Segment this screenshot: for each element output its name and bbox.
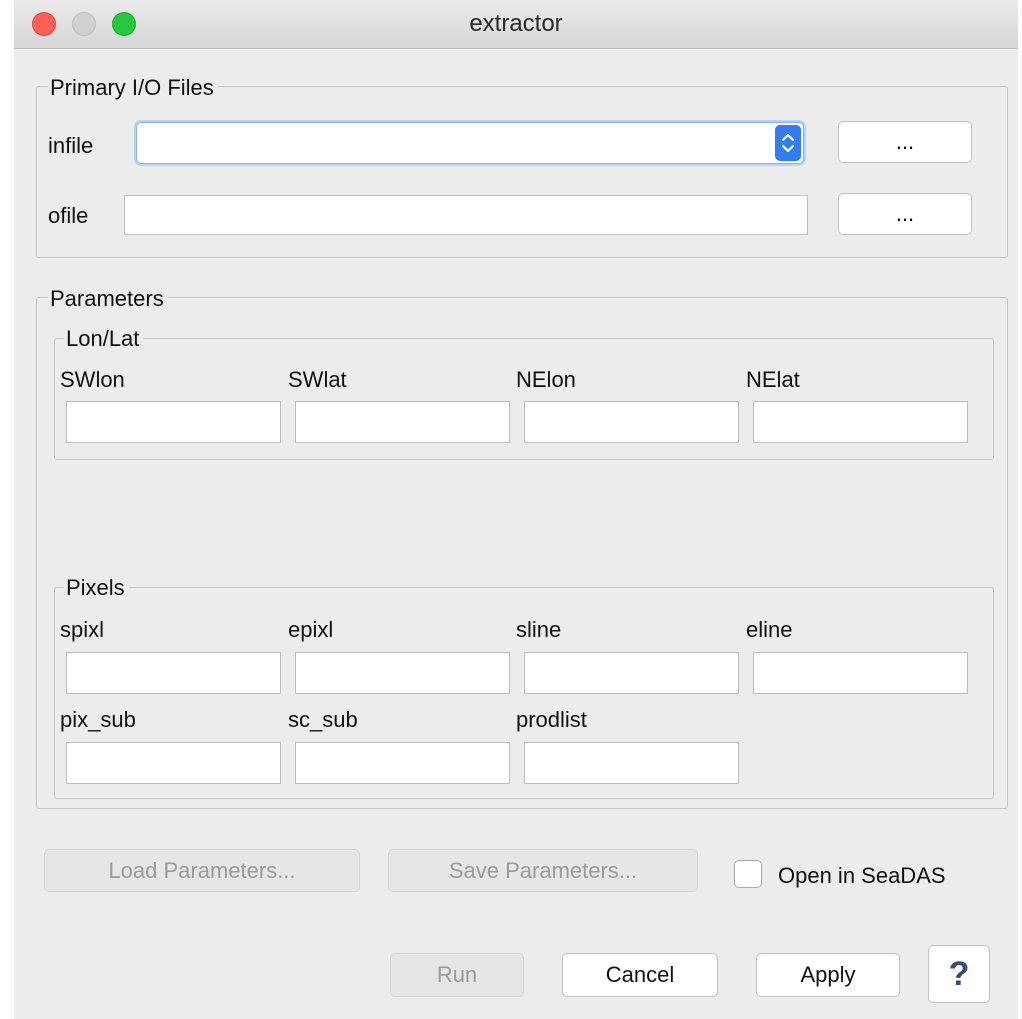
nelon-label: NElon [516, 367, 576, 392]
sline-label: sline [516, 617, 562, 642]
sline-input[interactable] [524, 652, 739, 694]
epixl-label: epixl [288, 617, 334, 642]
infile-browse-button[interactable]: ... [838, 121, 972, 163]
pix-sub-label: pix_sub [60, 707, 136, 732]
save-parameters-button[interactable]: Save Parameters... [388, 849, 698, 892]
lonlat-group-label: Lon/Lat [64, 325, 144, 353]
ofile-input[interactable] [124, 195, 808, 235]
ofile-label: ofile [48, 203, 89, 228]
window-title: extractor [469, 10, 563, 37]
pix-sub-input[interactable] [66, 742, 281, 784]
help-icon: ? [948, 955, 970, 993]
title-bar: extractor [14, 0, 1018, 49]
swlon-label: SWlon [60, 367, 125, 392]
stepper-icon[interactable] [775, 125, 801, 161]
prodlist-input[interactable] [524, 742, 739, 784]
nelon-input[interactable] [524, 401, 739, 443]
open-in-seadas-label[interactable]: Open in SeaDAS [778, 862, 946, 890]
parameters-group-label: Parameters [48, 285, 168, 313]
nelat-label: NElat [746, 367, 800, 392]
help-button[interactable]: ? [928, 945, 990, 1003]
swlat-label: SWlat [288, 367, 347, 392]
load-parameters-button[interactable]: Load Parameters... [44, 849, 360, 892]
spixl-label: spixl [60, 617, 105, 642]
prodlist-label: prodlist [516, 707, 587, 732]
sc-sub-input[interactable] [295, 742, 510, 784]
swlon-input[interactable] [66, 401, 281, 443]
pixels-group-label: Pixels [64, 574, 129, 602]
eline-label: eline [746, 617, 793, 642]
cancel-button[interactable]: Cancel [562, 953, 718, 997]
ofile-browse-button[interactable]: ... [838, 193, 972, 235]
infile-combobox[interactable] [136, 122, 804, 164]
sc-sub-label: sc_sub [288, 707, 358, 732]
apply-button[interactable]: Apply [756, 953, 900, 997]
extractor-window: extractor Primary I/O Files infile ... o… [14, 0, 1018, 1019]
swlat-input[interactable] [295, 401, 510, 443]
eline-input[interactable] [753, 652, 968, 694]
epixl-input[interactable] [295, 652, 510, 694]
nelat-input[interactable] [753, 401, 968, 443]
run-button[interactable]: Run [390, 953, 524, 997]
spixl-input[interactable] [66, 652, 281, 694]
primary-io-group-label: Primary I/O Files [48, 74, 218, 102]
open-in-seadas-checkbox[interactable] [734, 860, 762, 888]
infile-label: infile [48, 133, 94, 158]
